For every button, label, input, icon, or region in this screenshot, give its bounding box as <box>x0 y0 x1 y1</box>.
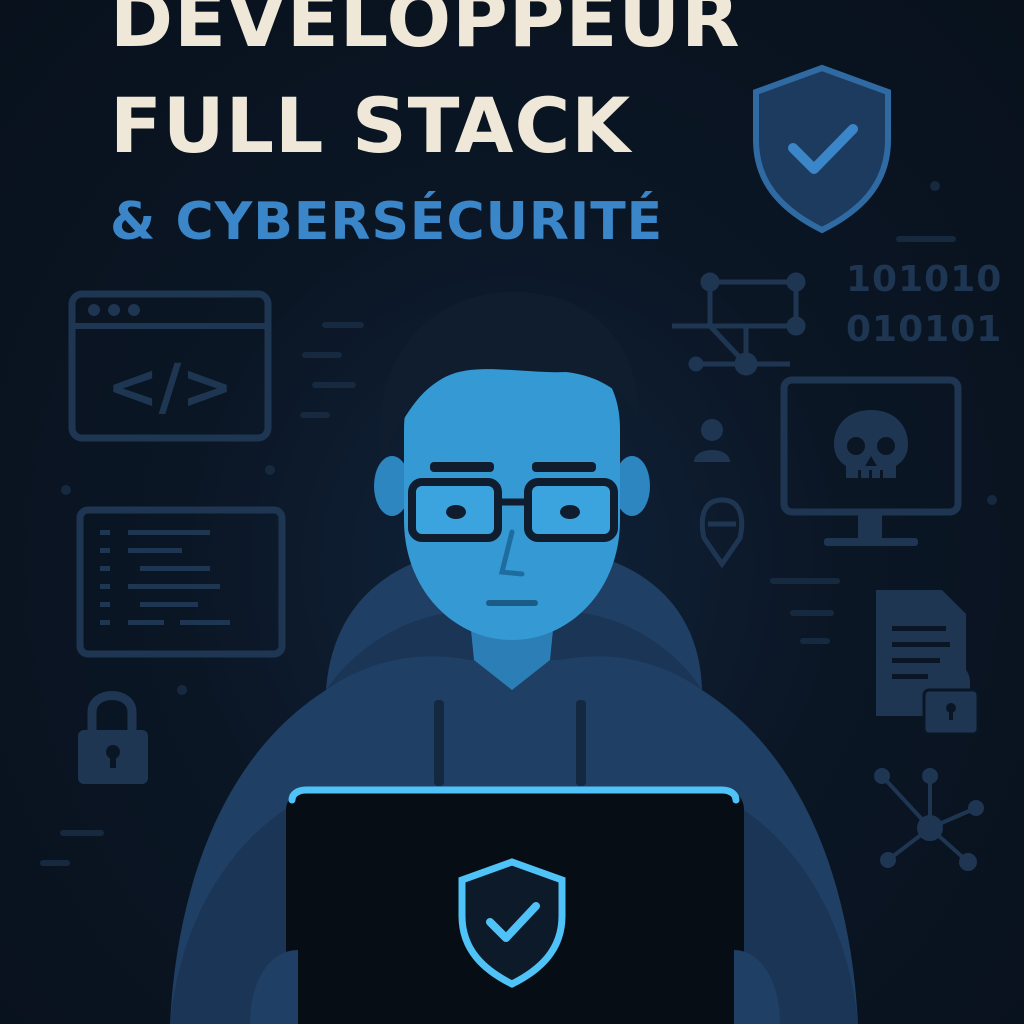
network-icon <box>672 272 806 376</box>
padlock-icon <box>78 691 148 784</box>
page-title: DÉVELOPPEUR <box>110 0 741 64</box>
page-subtitle: & CYBERSÉCURITÉ <box>110 192 664 252</box>
locked-document-icon <box>876 590 980 736</box>
page-title-line-2: FULL STACK <box>110 81 632 170</box>
binary-text-line-1: 101010 <box>846 259 1003 300</box>
binary-text-line-2: 010101 <box>846 309 1003 350</box>
network-icon <box>874 768 984 871</box>
skull-monitor-icon <box>780 376 962 546</box>
laptop-shield-icon <box>250 786 780 1024</box>
code-editor-icon <box>76 506 286 658</box>
code-window-icon: </> <box>68 290 272 442</box>
svg-text:</>: </> <box>107 350 234 423</box>
hooded-figure-icon <box>699 497 745 569</box>
poster: </> DÉVELOPPEUR FULL STACK & CYBERSÉCURI… <box>0 0 1024 1024</box>
shield-check-icon <box>753 64 891 234</box>
user-icon <box>694 419 730 462</box>
